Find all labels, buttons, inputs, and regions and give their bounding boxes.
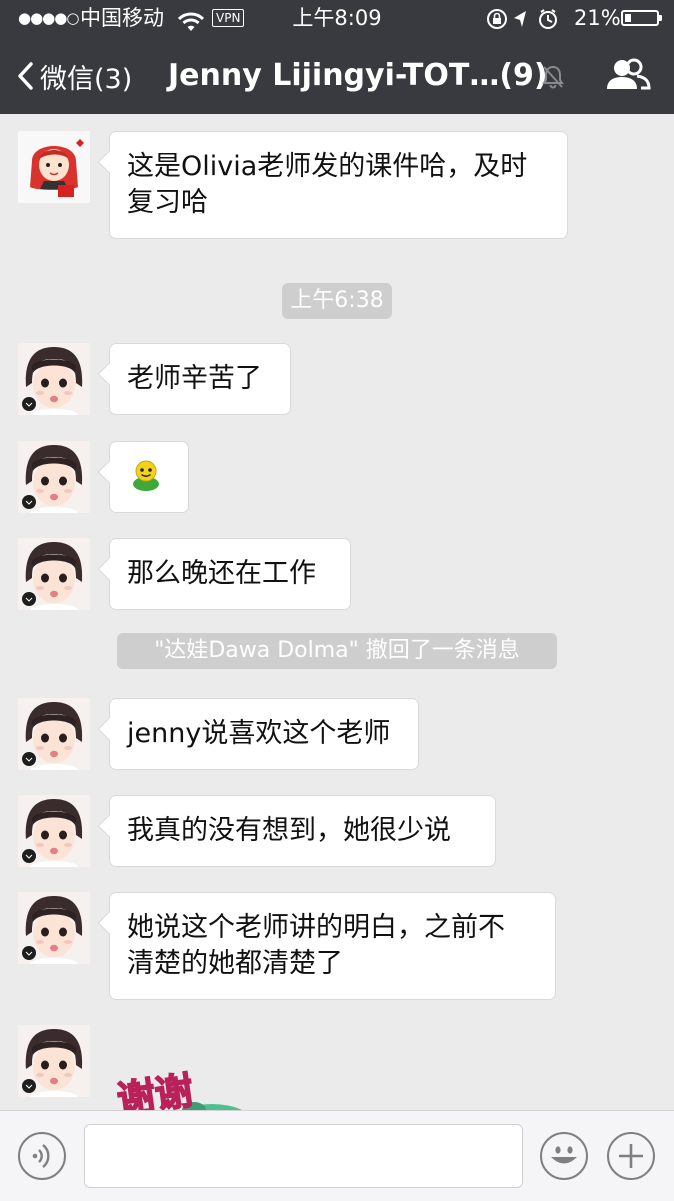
message-bubble[interactable]: 老师辛苦了 — [109, 343, 291, 415]
top-bar: ●●●●○ 中国移动 VPN 上午8:09 21% 微信(3) Jenny Li… — [0, 0, 674, 114]
message-bubble[interactable]: 我真的没有想到，她很少说 — [109, 795, 496, 867]
message-bubble[interactable]: 这是Olivia老师发的课件哈，及时 复习哈 — [109, 131, 568, 239]
avatar-parent[interactable] — [18, 892, 90, 964]
message-text: 我真的没有想到，她很少说 — [127, 815, 451, 846]
battery-level — [625, 14, 631, 22]
group-members-button[interactable] — [604, 56, 652, 100]
message-text-line-2: 复习哈 — [127, 187, 208, 218]
avatar-parent[interactable] — [18, 1025, 90, 1097]
avatar-parent[interactable] — [18, 698, 90, 770]
thank-you-sticker-image: 谢谢 — [114, 1067, 242, 1110]
voice-button[interactable] — [18, 1132, 66, 1180]
child-photo-avatar-icon — [18, 343, 90, 415]
message-text-line-1: 她说这个老师讲的明白，之前不 — [127, 912, 505, 943]
message-text: jenny说喜欢这个老师 — [127, 718, 391, 749]
input-bar — [0, 1110, 674, 1201]
message-bubble[interactable]: jenny说喜欢这个老师 — [109, 698, 419, 770]
child-photo-avatar-icon — [18, 698, 90, 770]
group-members-icon — [607, 58, 651, 90]
recall-notice: "达娃Dawa Dolma" 撤回了一条消息 — [117, 633, 557, 669]
voice-icon — [32, 1144, 50, 1168]
nav-bar: 微信(3) Jenny Lijingyi-TOT…(9) — [0, 36, 674, 114]
smiley-face-icon — [551, 1146, 577, 1164]
message-text: 那么晚还在工作 — [127, 558, 316, 589]
cartoon-girl-avatar-icon — [18, 131, 90, 203]
child-photo-avatar-icon — [18, 538, 90, 610]
back-label: 微信(3) — [40, 63, 133, 95]
status-bar: ●●●●○ 中国移动 VPN 上午8:09 21% — [0, 0, 674, 36]
chat-title: Jenny Lijingyi-TOT…(9) — [168, 58, 548, 93]
message-text: 老师辛苦了 — [127, 363, 262, 394]
avatar-parent[interactable] — [18, 441, 90, 513]
message-text-line-1: 这是Olivia老师发的课件哈，及时 — [127, 151, 528, 182]
plus-icon — [619, 1144, 643, 1168]
child-photo-avatar-icon — [18, 441, 90, 513]
message-timestamp: 上午6:38 — [282, 283, 392, 319]
message-bubble[interactable]: 她说这个老师讲的明白，之前不 清楚的她都清楚了 — [109, 892, 556, 1000]
child-photo-avatar-icon — [18, 1025, 90, 1097]
avatar-teacher[interactable] — [18, 131, 90, 203]
message-bubble[interactable]: 那么晚还在工作 — [109, 538, 351, 610]
location-icon — [514, 11, 526, 27]
emoji-button[interactable] — [540, 1132, 588, 1180]
back-button[interactable]: 微信(3) — [16, 54, 132, 98]
status-time: 上午8:09 — [292, 6, 382, 30]
alarm-icon — [539, 9, 557, 29]
chevron-left-icon — [18, 62, 33, 90]
mute-bell-icon — [541, 64, 565, 94]
message-bubble[interactable] — [109, 441, 189, 513]
avatar-parent[interactable] — [18, 538, 90, 610]
more-button[interactable] — [607, 1132, 655, 1180]
child-photo-avatar-icon — [18, 795, 90, 867]
sticker-text: 谢谢 — [114, 1068, 195, 1110]
child-photo-avatar-icon — [18, 892, 90, 964]
smiley-emoji-icon — [127, 460, 161, 500]
avatar-parent[interactable] — [18, 343, 90, 415]
thank-you-sticker[interactable]: 谢谢 — [112, 1060, 282, 1110]
message-input[interactable] — [84, 1124, 523, 1188]
battery-percent: 21% — [574, 6, 621, 30]
message-text-line-2: 清楚的她都清楚了 — [127, 948, 343, 979]
avatar-parent[interactable] — [18, 795, 90, 867]
battery-icon — [621, 10, 662, 26]
rotation-lock-icon — [487, 9, 507, 29]
